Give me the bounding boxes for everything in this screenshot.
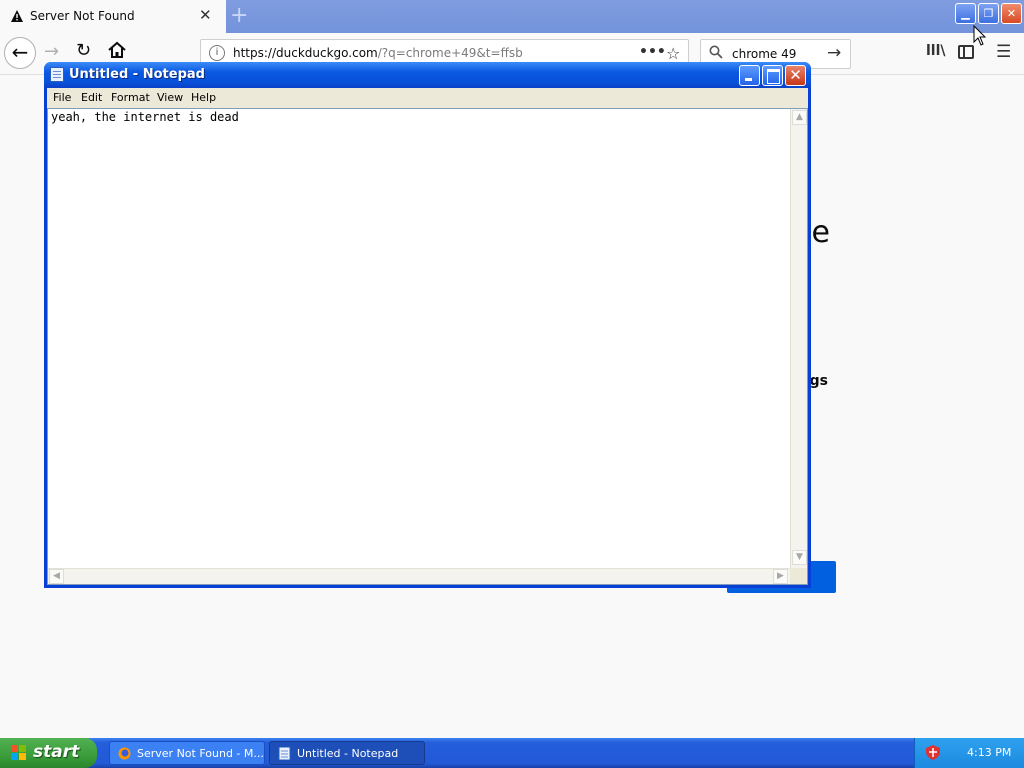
notepad-content[interactable]: yeah, the internet is dead [51, 110, 239, 124]
info-icon[interactable]: i [209, 45, 225, 61]
system-tray: 4:13 PM [914, 738, 1024, 768]
scroll-left-button[interactable]: ◀ [49, 569, 64, 584]
horizontal-scrollbar[interactable]: ◀ ▶ [48, 568, 790, 584]
forward-button[interactable]: → [44, 41, 59, 62]
notepad-icon [278, 747, 291, 760]
browser-tab-strip: Server Not Found ✕ + ▁ ❐ ✕ [0, 0, 1024, 33]
url-path: /?q=chrome+49&t=ffsb [377, 46, 523, 60]
new-tab-button[interactable]: + [230, 3, 248, 28]
taskbar-item-label: Server Not Found - M... [137, 747, 264, 760]
home-icon[interactable] [107, 40, 127, 60]
scroll-up-button[interactable]: ▲ [792, 110, 807, 125]
browser-minimize-button[interactable]: ▁ [955, 3, 976, 24]
notepad-minimize-button[interactable] [739, 65, 760, 86]
url-host: https://duckduckgo.com [233, 46, 378, 60]
hamburger-menu-button[interactable]: ☰ [996, 42, 1011, 62]
mouse-cursor-icon [973, 25, 987, 46]
vertical-scrollbar[interactable]: ▲ ▼ [790, 109, 807, 568]
menu-help[interactable]: Help [191, 91, 216, 104]
browser-restore-button[interactable]: ❐ [978, 3, 999, 24]
security-shield-icon[interactable] [926, 745, 940, 760]
resize-grip[interactable] [790, 568, 807, 584]
taskbar-item-label: Untitled - Notepad [297, 747, 399, 760]
library-button[interactable]: lll\ [926, 43, 946, 59]
page-actions-button[interactable]: ••• [639, 44, 666, 60]
notepad-window[interactable]: Untitled - Notepad ✕ File Edit Format Vi… [44, 62, 811, 588]
taskbar-item-notepad[interactable]: Untitled - Notepad [269, 741, 425, 765]
notepad-text-area[interactable]: yeah, the internet is dead ▲ ▼ ◀ ▶ [47, 108, 808, 585]
notepad-icon [50, 67, 64, 82]
tab-title: Server Not Found [30, 9, 135, 23]
scroll-right-button[interactable]: ▶ [773, 569, 788, 584]
windows-flag-icon [11, 745, 26, 760]
tab-server-not-found[interactable]: Server Not Found ✕ [0, 0, 226, 33]
notepad-title: Untitled - Notepad [69, 67, 205, 82]
back-button[interactable]: ← [4, 37, 36, 69]
clock: 4:13 PM [967, 746, 1012, 759]
browser-close-button[interactable]: ✕ [1001, 3, 1022, 24]
start-label: start [33, 742, 80, 762]
firefox-icon [118, 747, 131, 760]
reload-button[interactable]: ↻ [76, 40, 91, 61]
menu-view[interactable]: View [157, 91, 183, 104]
taskbar: start Server Not Found - M... Untitled -… [0, 738, 1024, 768]
taskbar-item-firefox[interactable]: Server Not Found - M... [109, 741, 265, 765]
notepad-maximize-button[interactable] [762, 65, 783, 86]
start-button[interactable]: start [0, 738, 97, 768]
menu-file[interactable]: File [53, 91, 71, 104]
search-go-button[interactable]: → [827, 43, 841, 63]
search-input[interactable]: chrome 49 [732, 47, 796, 61]
menu-format[interactable]: Format [111, 91, 150, 104]
sidebar-toggle-icon[interactable] [958, 45, 974, 59]
menu-edit[interactable]: Edit [81, 91, 102, 104]
scroll-down-button[interactable]: ▼ [792, 550, 807, 565]
warning-icon [11, 10, 23, 22]
notepad-menu-bar: File Edit Format View Help [47, 88, 808, 108]
notepad-title-bar[interactable]: Untitled - Notepad ✕ [44, 62, 811, 88]
bookmark-star-icon[interactable]: ☆ [666, 44, 680, 63]
tab-close-icon[interactable]: ✕ [199, 6, 212, 24]
search-icon [709, 45, 723, 59]
url-text[interactable]: https://duckduckgo.com/?q=chrome+49&t=ff… [233, 46, 523, 60]
notepad-close-button[interactable]: ✕ [785, 65, 806, 86]
